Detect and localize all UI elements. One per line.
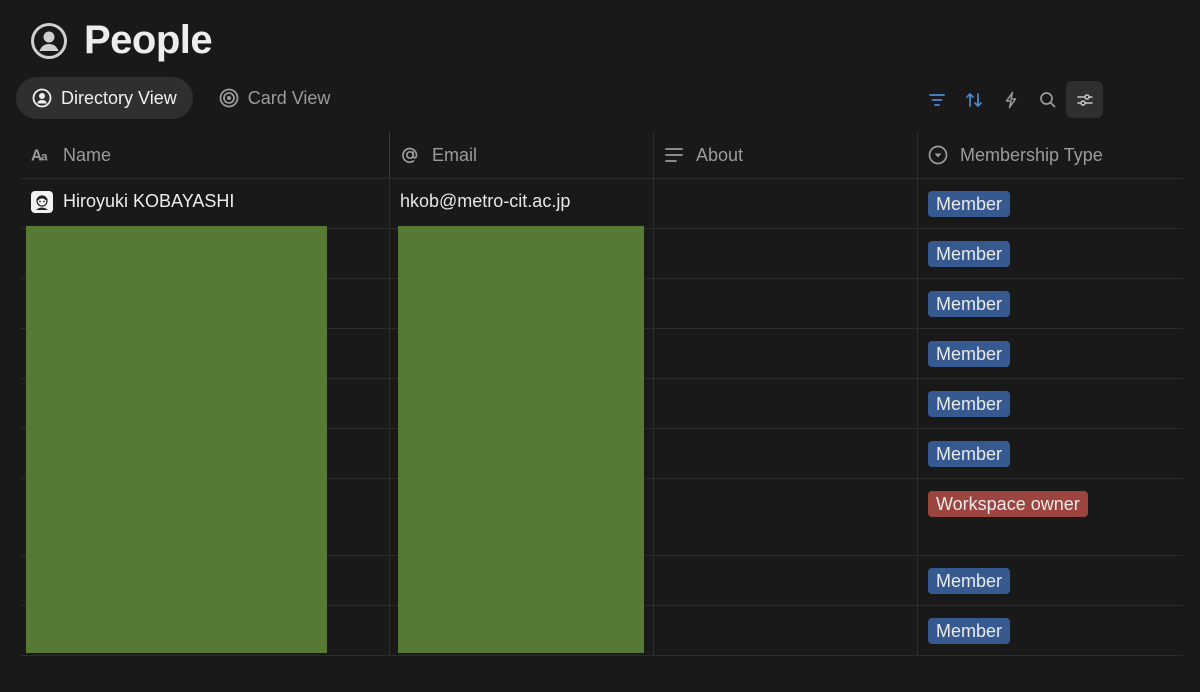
email-value[interactable]: hkob@metro-cit.ac.jp: [400, 191, 570, 212]
membership-badge: Member: [928, 618, 1011, 644]
search-icon: [1039, 91, 1055, 107]
cell-membership-type[interactable]: Member: [918, 229, 1183, 278]
filter-icon: [928, 93, 945, 106]
cell-membership-type[interactable]: Member: [918, 329, 1183, 378]
cell-membership-type[interactable]: Member: [918, 556, 1183, 605]
column-header-membership-type[interactable]: Membership Type: [918, 132, 1183, 178]
cell-name[interactable]: Hiroyuki KOBAYASHI: [21, 179, 390, 228]
page-header: People: [30, 18, 213, 63]
membership-badge: Member: [928, 191, 1011, 217]
membership-badge: Member: [928, 568, 1011, 594]
at-icon: [402, 147, 418, 163]
cell-about[interactable]: [654, 379, 918, 428]
tab-directory-view[interactable]: Directory View: [16, 77, 193, 119]
column-header-label: Email: [432, 144, 478, 165]
cell-about[interactable]: [654, 229, 918, 278]
automation-button[interactable]: [992, 81, 1029, 118]
cell-membership-type[interactable]: Member: [918, 279, 1183, 328]
page-title[interactable]: People: [84, 18, 213, 63]
column-header-about[interactable]: About: [654, 132, 918, 178]
membership-badge: Workspace owner: [928, 491, 1088, 517]
membership-badge: Member: [928, 291, 1011, 317]
cell-about[interactable]: [654, 606, 918, 655]
redaction-email-column: [398, 226, 644, 653]
membership-badge: Member: [928, 241, 1011, 267]
column-header-label: About: [696, 144, 744, 165]
sort-icon: [965, 92, 982, 107]
cell-membership-type[interactable]: Member: [918, 429, 1183, 478]
settings-button[interactable]: [1066, 81, 1103, 118]
person-name[interactable]: Hiroyuki KOBAYASHI: [63, 191, 234, 212]
table-header-row: A a Name Email About Membership Type: [21, 132, 1183, 179]
view-tabs: Directory View Card View: [16, 77, 346, 119]
membership-badge: Member: [928, 341, 1011, 367]
database-toolbar: [918, 81, 1103, 118]
cell-about[interactable]: [654, 429, 918, 478]
cell-about[interactable]: [654, 279, 918, 328]
avatar: [31, 191, 53, 213]
cell-membership-type[interactable]: Member: [918, 606, 1183, 655]
tab-card-view[interactable]: Card View: [203, 77, 347, 119]
cell-membership-type[interactable]: Workspace owner: [918, 479, 1183, 555]
cell-membership-type[interactable]: Member: [918, 179, 1183, 228]
text-aa-icon: A a: [31, 147, 48, 164]
column-header-label: Name: [63, 144, 112, 165]
membership-badge: Member: [928, 441, 1011, 467]
cell-membership-type[interactable]: Member: [918, 379, 1183, 428]
cell-email[interactable]: hkob@metro-cit.ac.jp: [390, 179, 654, 228]
redaction-name-column: [26, 226, 327, 653]
text-lines-icon: [665, 148, 683, 162]
column-header-label: Membership Type: [960, 144, 1103, 165]
person-circle-icon: [32, 88, 52, 108]
person-circle-icon[interactable]: [30, 22, 68, 60]
target-icon: [219, 88, 239, 108]
cell-about[interactable]: [654, 329, 918, 378]
cell-about[interactable]: [654, 479, 918, 555]
svg-text:a: a: [41, 149, 48, 163]
table-row[interactable]: Hiroyuki KOBAYASHI hkob@metro-cit.ac.jp Me…: [21, 179, 1183, 229]
cell-about[interactable]: [654, 556, 918, 605]
sort-button[interactable]: [955, 81, 992, 118]
tab-label: Card View: [247, 87, 331, 108]
filter-button[interactable]: [918, 81, 955, 118]
search-button[interactable]: [1029, 81, 1066, 118]
column-header-email[interactable]: Email: [390, 132, 654, 178]
select-circle-icon: [928, 145, 948, 165]
lightning-icon: [1005, 91, 1016, 108]
membership-badge: Member: [928, 391, 1011, 417]
tab-label: Directory View: [61, 87, 177, 108]
column-header-name[interactable]: A a Name: [21, 132, 390, 178]
sliders-icon: [1076, 93, 1093, 106]
cell-about[interactable]: [654, 179, 918, 228]
